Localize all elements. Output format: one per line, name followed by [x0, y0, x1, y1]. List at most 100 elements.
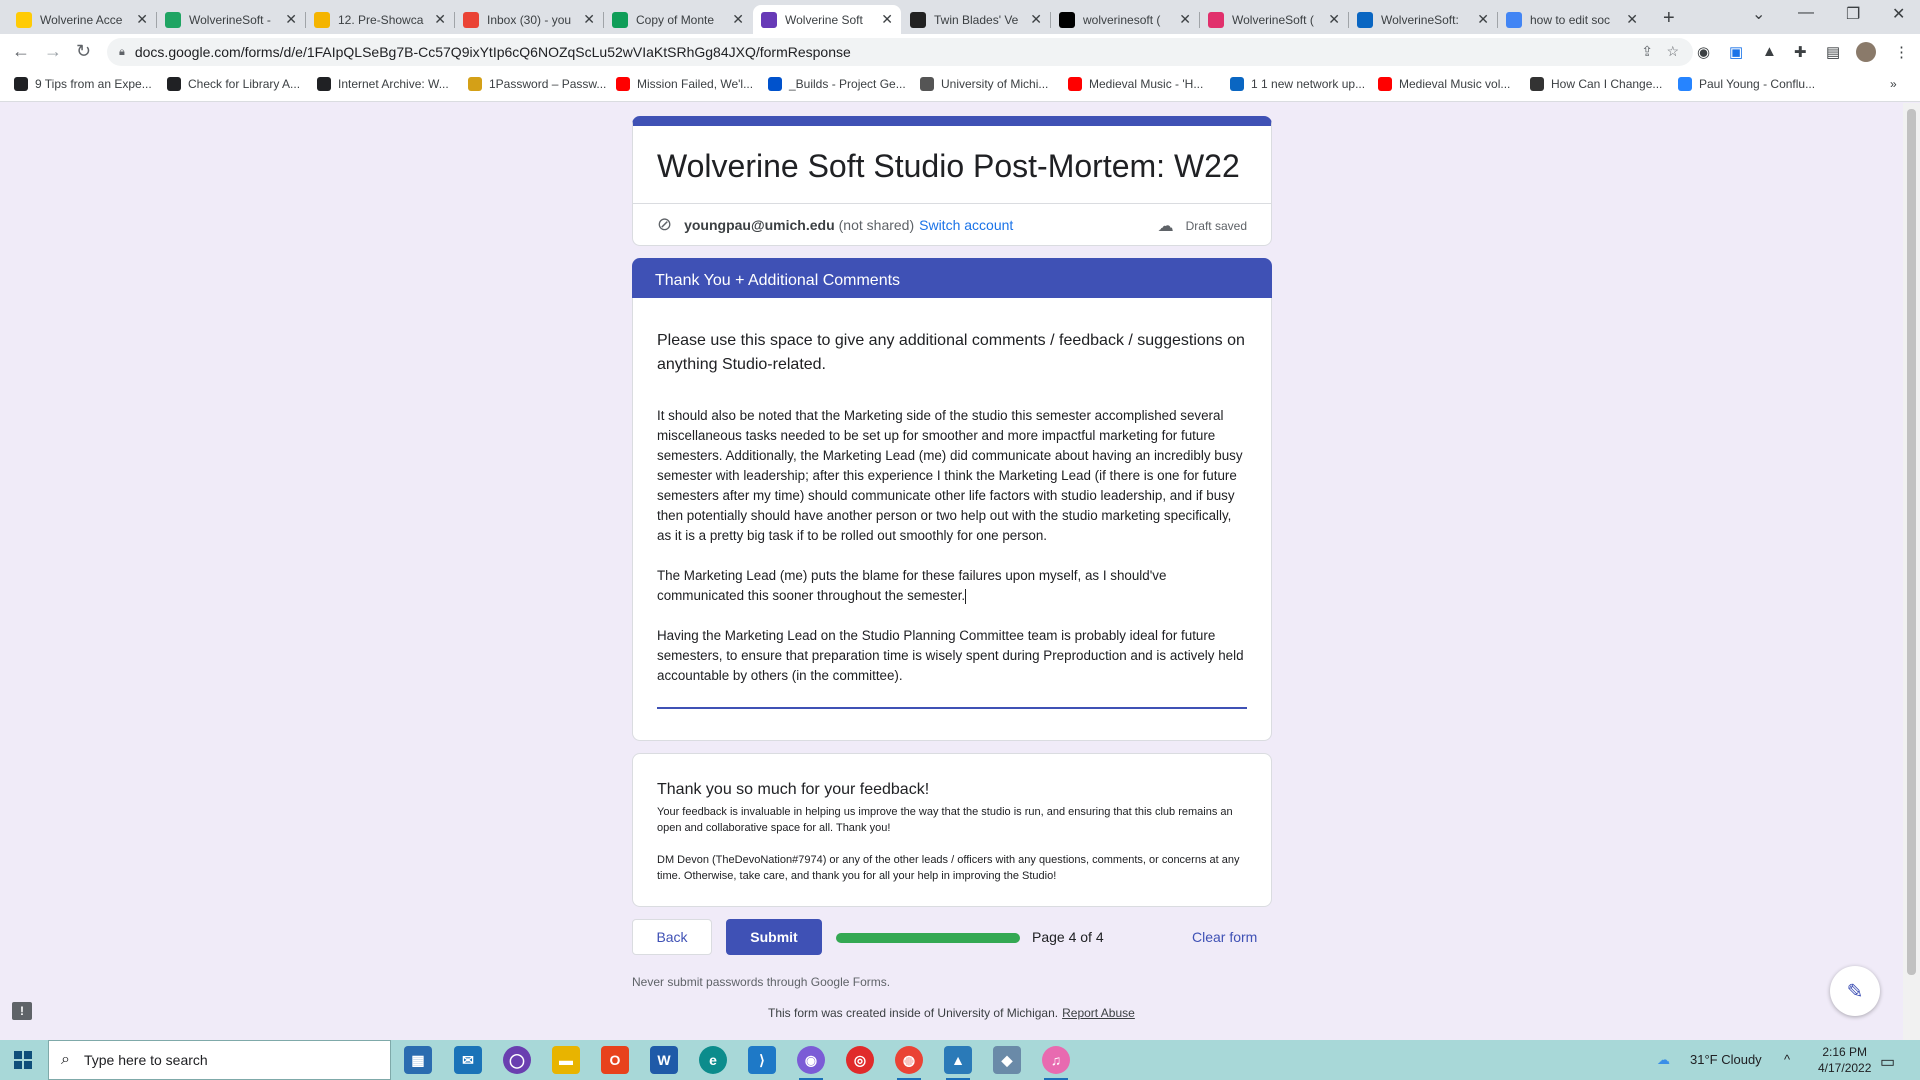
- report-abuse-link[interactable]: Report Abuse: [1062, 1006, 1135, 1020]
- discord-icon[interactable]: ◉: [797, 1046, 825, 1080]
- close-tab-icon[interactable]: ✕: [285, 11, 297, 28]
- bookmark-favicon-icon: [14, 77, 28, 91]
- answer-textarea[interactable]: It should also be noted that the Marketi…: [657, 406, 1247, 686]
- app-icon[interactable]: ◆: [993, 1046, 1021, 1074]
- browser-tab[interactable]: how to edit soc ✕: [1498, 5, 1646, 34]
- bookmark-item[interactable]: University of Michi...: [920, 77, 1048, 91]
- photos-icon[interactable]: ▲: [944, 1046, 972, 1080]
- close-tab-icon[interactable]: ✕: [1477, 11, 1489, 28]
- more-bookmarks-icon[interactable]: »: [1890, 77, 1897, 91]
- extension-icon[interactable]: ▲: [1762, 43, 1777, 60]
- bookmark-label: Medieval Music vol...: [1399, 77, 1511, 91]
- close-tab-icon[interactable]: ✕: [434, 11, 446, 28]
- share-icon[interactable]: ⇪: [1641, 43, 1653, 60]
- bookmark-star-icon[interactable]: ☆: [1666, 43, 1679, 60]
- github-icon[interactable]: ◯: [503, 1046, 531, 1074]
- bookmark-item[interactable]: Paul Young - Conflu...: [1678, 77, 1815, 91]
- bookmark-item[interactable]: Medieval Music - 'H...: [1068, 77, 1203, 91]
- taskbar-search[interactable]: ⌕ Type here to search: [48, 1040, 391, 1080]
- feedback-icon[interactable]: !: [12, 1002, 32, 1020]
- edge-icon[interactable]: e: [699, 1046, 727, 1074]
- bookmark-item[interactable]: Mission Failed, We'l...: [616, 77, 753, 91]
- bookmark-item[interactable]: 1 1 new network up...: [1230, 77, 1365, 91]
- close-tab-icon[interactable]: ✕: [1328, 11, 1340, 28]
- puzzle-icon[interactable]: ✚: [1794, 43, 1807, 61]
- instagram-icon: [1208, 11, 1224, 28]
- browser-tab[interactable]: 12. Pre-Showca ✕: [306, 5, 454, 34]
- bookmark-item[interactable]: _Builds - Project Ge...: [768, 77, 906, 91]
- notifications-icon[interactable]: ▭: [1880, 1052, 1895, 1072]
- draft-status: ☁︎ Draft saved: [1158, 216, 1247, 236]
- back-nav-icon[interactable]: ←: [12, 41, 30, 62]
- submit-button[interactable]: Submit: [726, 919, 822, 955]
- bookmark-item[interactable]: How Can I Change...: [1530, 77, 1662, 91]
- extension-icon[interactable]: ▣: [1729, 43, 1743, 61]
- browser-tab[interactable]: Wolverine Soft ✕: [753, 5, 901, 34]
- itunes-icon[interactable]: ♫: [1042, 1046, 1070, 1080]
- close-tab-icon[interactable]: ✕: [881, 11, 893, 28]
- tray-chevron-icon[interactable]: ^: [1784, 1052, 1790, 1067]
- bookmark-label: 1 1 new network up...: [1251, 77, 1366, 91]
- browser-tab[interactable]: wolverinesoft ( ✕: [1051, 5, 1199, 34]
- close-window-button[interactable]: ✕: [1892, 4, 1905, 24]
- bookmark-item[interactable]: Internet Archive: W...: [317, 77, 449, 91]
- scrollbar[interactable]: [1903, 103, 1920, 1040]
- close-tab-icon[interactable]: ✕: [1030, 11, 1042, 28]
- bookmark-item[interactable]: 9 Tips from an Expe...: [14, 77, 152, 91]
- bookmark-item[interactable]: Medieval Music vol...: [1378, 77, 1510, 91]
- close-tab-icon[interactable]: ✕: [583, 11, 595, 28]
- browser-tab[interactable]: Twin Blades' Ve ✕: [902, 5, 1050, 34]
- chrome-icon[interactable]: ◍: [895, 1046, 923, 1080]
- browser-tab[interactable]: WolverineSoft - ✕: [157, 5, 305, 34]
- close-tab-icon[interactable]: ✕: [1626, 11, 1638, 28]
- music-app-icon[interactable]: ◎: [846, 1046, 874, 1074]
- clear-form-button[interactable]: Clear form: [1192, 929, 1257, 945]
- windows-start-icon[interactable]: [14, 1051, 32, 1069]
- store-icon[interactable]: ▦: [404, 1046, 432, 1074]
- cloud-icon: ☁︎: [1157, 218, 1174, 235]
- edit-pencil-icon[interactable]: ✎: [1830, 966, 1880, 1016]
- word-icon[interactable]: W: [650, 1046, 678, 1074]
- mail-icon[interactable]: ✉: [454, 1046, 482, 1074]
- menu-icon[interactable]: ⋮: [1894, 43, 1909, 61]
- browser-tab[interactable]: Wolverine Acce ✕: [8, 5, 156, 34]
- minimize-button[interactable]: —: [1798, 4, 1814, 22]
- office-icon[interactable]: O: [601, 1046, 629, 1074]
- tab-title: Wolverine Soft: [785, 12, 863, 27]
- address-bar[interactable]: 🔒︎ docs.google.com/forms/d/e/1FAIpQLSeBg…: [107, 38, 1693, 66]
- file-explorer-icon[interactable]: ▬: [552, 1046, 580, 1074]
- tab-title: wolverinesoft (: [1083, 12, 1161, 27]
- browser-tab[interactable]: WolverineSoft: ✕: [1349, 5, 1497, 34]
- restore-button[interactable]: ❐: [1846, 4, 1860, 24]
- close-tab-icon[interactable]: ✕: [1179, 11, 1191, 28]
- weather-text[interactable]: 31°F Cloudy: [1690, 1052, 1762, 1067]
- tab-search-icon[interactable]: ⌄: [1752, 4, 1765, 24]
- browser-tab[interactable]: Copy of Monte ✕: [604, 5, 752, 34]
- browser-tab[interactable]: WolverineSoft ( ✕: [1200, 5, 1348, 34]
- bookmark-label: University of Michi...: [941, 77, 1049, 91]
- linkedin-icon: [1357, 11, 1373, 28]
- bookmark-item[interactable]: 1Password – Passw...: [468, 77, 606, 91]
- account-email: youngpau@umich.edu: [684, 216, 835, 233]
- bookmark-favicon-icon: [920, 77, 934, 91]
- new-tab-button[interactable]: +: [1663, 7, 1675, 30]
- tab-title: WolverineSoft (: [1232, 12, 1314, 27]
- system-clock[interactable]: 2:16 PM 4/17/2022: [1818, 1044, 1871, 1076]
- browser-tab[interactable]: Inbox (30) - you ✕: [455, 5, 603, 34]
- clock-time: 2:16 PM: [1822, 1045, 1868, 1059]
- forward-nav-icon[interactable]: →: [44, 41, 62, 62]
- reload-icon[interactable]: ↻: [76, 41, 91, 62]
- question-title: Please use this space to give any additi…: [657, 332, 1245, 373]
- close-tab-icon[interactable]: ✕: [732, 11, 744, 28]
- vscode-icon[interactable]: ⟩: [748, 1046, 776, 1074]
- profile-avatar[interactable]: [1856, 42, 1876, 62]
- switch-account-link[interactable]: Switch account: [919, 217, 1013, 233]
- close-tab-icon[interactable]: ✕: [136, 11, 148, 28]
- extension-icon[interactable]: ◉: [1697, 43, 1710, 61]
- browser-window: Wolverine Acce ✕ WolverineSoft - ✕ 12. Pre-S…: [0, 0, 1920, 102]
- created-inside-text: This form was created inside of Universi…: [768, 1006, 1059, 1020]
- sidebar-icon[interactable]: ▤: [1826, 43, 1840, 61]
- form-header-card: Wolverine Soft Studio Post-Mortem: W22 ⊘…: [632, 116, 1272, 246]
- back-button[interactable]: Back: [632, 919, 712, 955]
- bookmark-item[interactable]: Check for Library A...: [167, 77, 300, 91]
